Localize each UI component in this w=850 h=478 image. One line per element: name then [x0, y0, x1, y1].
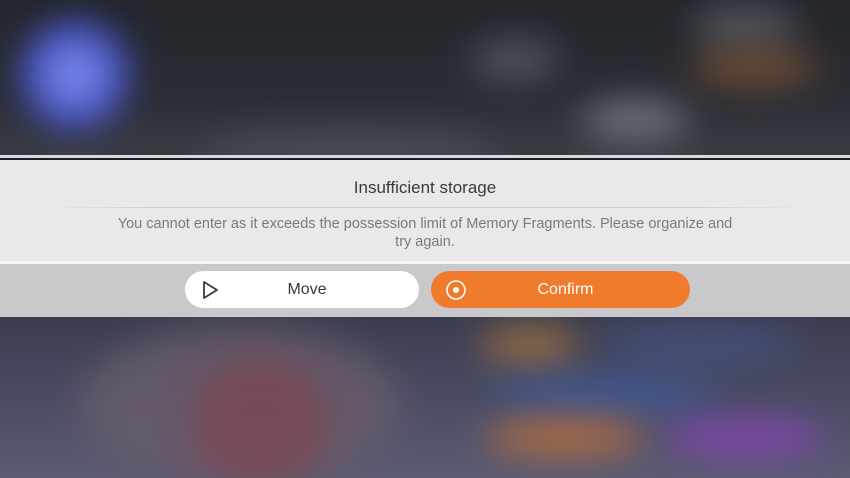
blurred-background-bottom	[0, 317, 850, 478]
dialog-title: Insufficient storage	[353, 178, 497, 197]
confirm-button[interactable]: Confirm	[431, 271, 690, 308]
confirm-button-label: Confirm	[537, 281, 594, 298]
blurred-background-top	[0, 0, 850, 158]
dialog-divider	[40, 207, 810, 208]
move-button-label: Move	[287, 281, 327, 298]
insufficient-storage-dialog: Insufficient storage You cannot enter as…	[0, 160, 850, 262]
game-screen: Insufficient storage You cannot enter as…	[0, 0, 850, 478]
dialog-message: You cannot enter as it exceeds the posse…	[117, 216, 733, 250]
dialog-button-bar: Move Confirm	[0, 264, 850, 317]
dialog-top-border	[0, 155, 850, 158]
move-button[interactable]: Move	[185, 271, 419, 308]
